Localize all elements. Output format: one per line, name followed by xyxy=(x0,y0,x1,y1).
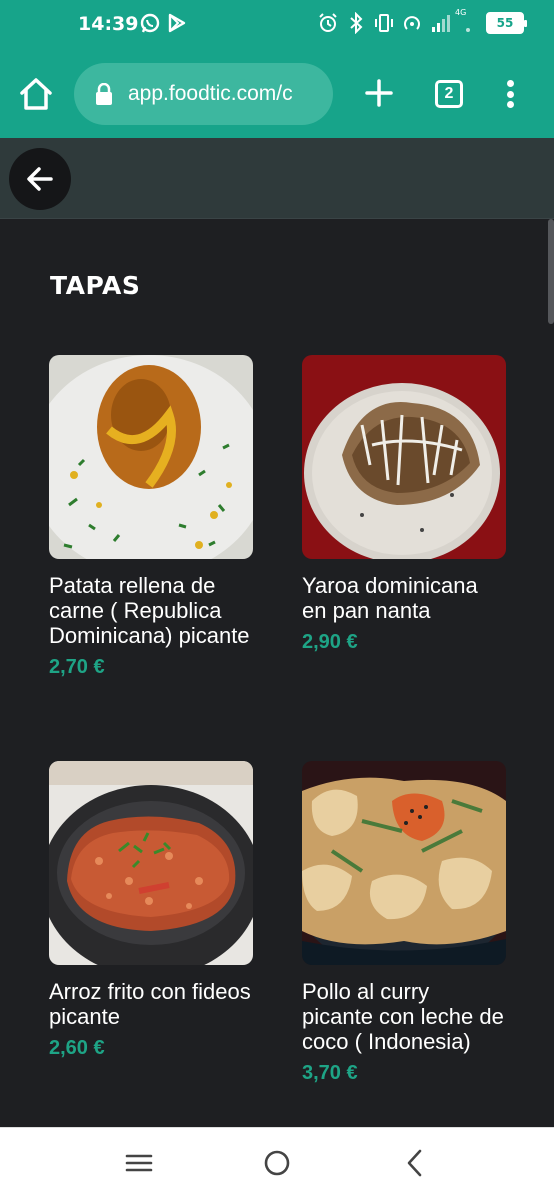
home-circle-icon[interactable] xyxy=(262,1148,292,1178)
section-title: TAPAS xyxy=(50,271,141,300)
dish-image xyxy=(49,761,253,965)
menu-content[interactable]: TAPAS Patata rellena de carne ( Republic… xyxy=(0,219,554,1127)
alarm-icon xyxy=(319,13,337,32)
status-time: 14:39 xyxy=(78,13,139,35)
arrow-left-icon xyxy=(27,167,53,191)
vibrate-icon xyxy=(375,14,393,32)
browser-toolbar: app.foodtic.com/c 2 xyxy=(0,50,554,138)
home-icon[interactable] xyxy=(18,76,54,112)
recents-icon[interactable] xyxy=(124,1148,154,1178)
url-bar[interactable]: app.foodtic.com/c xyxy=(74,63,333,125)
tab-switcher-button[interactable]: 2 xyxy=(435,80,463,108)
dish-name: Pollo al curry picante con leche de coco… xyxy=(302,979,504,1054)
lock-icon xyxy=(96,83,112,105)
menu-item-card[interactable]: Pollo al curry picante con leche de coco… xyxy=(302,761,506,1085)
new-tab-icon[interactable] xyxy=(364,78,394,108)
dish-price: 2,60 € xyxy=(49,1037,105,1059)
battery-indicator: 55 xyxy=(486,12,527,34)
whatsapp-icon xyxy=(140,13,160,33)
dish-name: Patata rellena de carne ( Republica Domi… xyxy=(49,573,250,648)
dish-image xyxy=(302,761,506,965)
url-text: app.foodtic.com/c xyxy=(128,82,293,105)
signal-icon xyxy=(432,15,450,32)
bluetooth-icon xyxy=(350,12,363,34)
more-options-icon[interactable] xyxy=(500,78,520,110)
menu-item-card[interactable]: Yaroa dominicana en pan nanta 2,90 € xyxy=(302,355,506,654)
dish-name: Arroz frito con fideos picante xyxy=(49,979,251,1029)
dish-image xyxy=(302,355,506,559)
play-store-icon xyxy=(168,13,186,33)
dish-image xyxy=(49,355,253,559)
app-header xyxy=(0,138,554,219)
menu-item-card[interactable]: Patata rellena de carne ( Republica Domi… xyxy=(49,355,253,679)
menu-item-card[interactable]: Arroz frito con fideos picante 2,60 € xyxy=(49,761,253,1060)
dish-name: Yaroa dominicana en pan nanta xyxy=(302,573,478,623)
wifi-icon xyxy=(466,28,470,32)
status-bar: 14:39 4G 55 xyxy=(0,0,554,50)
back-chevron-icon[interactable] xyxy=(400,1148,430,1178)
back-button[interactable] xyxy=(9,148,71,210)
dish-price: 2,70 € xyxy=(49,656,105,678)
hotspot-icon xyxy=(404,16,420,30)
system-navigation-bar xyxy=(0,1127,554,1200)
dish-price: 2,90 € xyxy=(302,631,358,653)
scrollbar[interactable] xyxy=(548,219,554,324)
dish-price: 3,70 € xyxy=(302,1062,358,1084)
